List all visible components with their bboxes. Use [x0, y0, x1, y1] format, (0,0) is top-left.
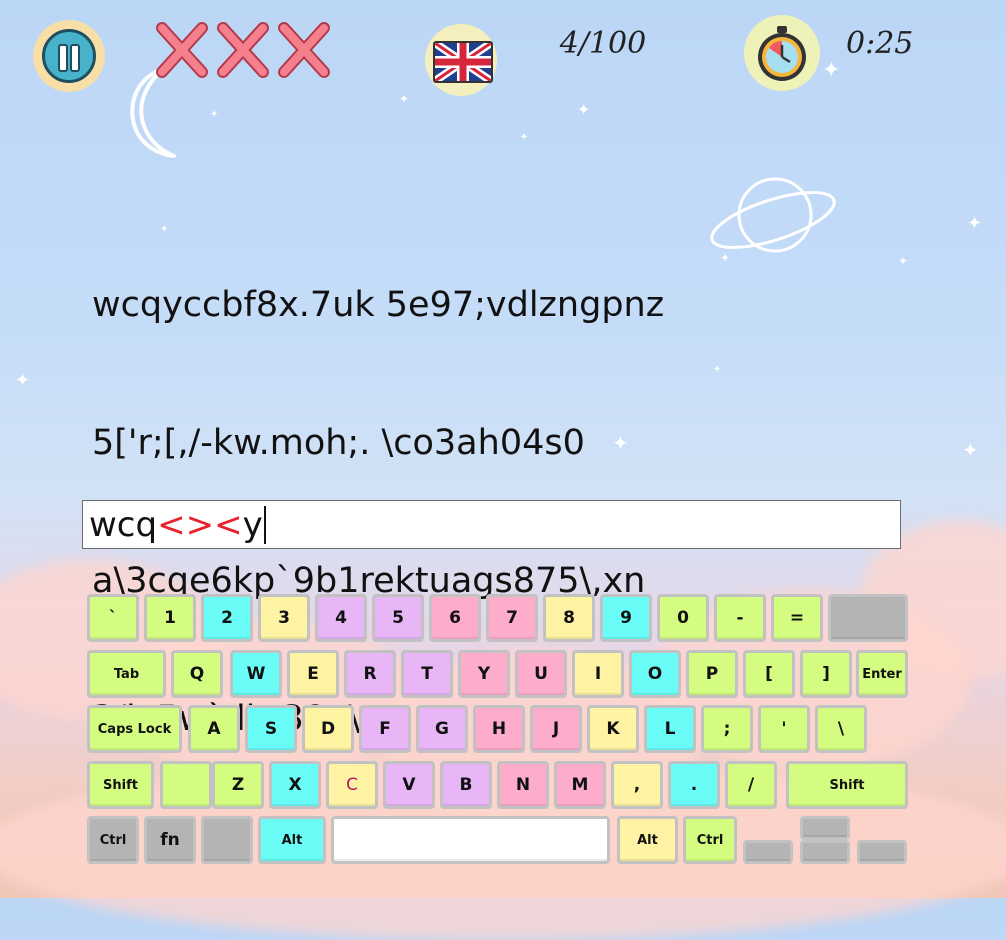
pause-button[interactable] [33, 20, 105, 92]
typed-correct-text: wcq [89, 504, 158, 545]
key-z[interactable]: Z [212, 761, 264, 809]
key-u39[interactable]: ' [758, 705, 810, 753]
key-3[interactable]: 3 [258, 594, 310, 642]
key-blank-4-4[interactable] [331, 816, 610, 864]
key-b[interactable]: B [440, 761, 492, 809]
key--[interactable]: - [714, 594, 766, 642]
key-r[interactable]: R [344, 650, 396, 698]
key-d[interactable]: D [302, 705, 354, 753]
key-m[interactable]: M [554, 761, 606, 809]
key-blank-4-9[interactable] [800, 840, 850, 864]
key-u59[interactable]: ; [701, 705, 753, 753]
cross-icon [217, 22, 269, 78]
key-p[interactable]: P [686, 650, 738, 698]
pause-icon [42, 29, 96, 83]
key-u61[interactable]: = [771, 594, 823, 642]
key-w[interactable]: W [230, 650, 282, 698]
key-blank-0-13[interactable] [828, 594, 908, 642]
key-ctrl[interactable]: Ctrl [683, 816, 737, 864]
key-enter[interactable]: Enter [856, 650, 908, 698]
key-x[interactable]: X [269, 761, 321, 809]
key-y[interactable]: Y [458, 650, 510, 698]
target-text-line: 5['r;[,/-kw.moh;. \co3ah04s0 [92, 423, 585, 463]
key-blank-4-7[interactable] [743, 840, 793, 864]
key-v[interactable]: V [383, 761, 435, 809]
key-shift[interactable]: Shift [87, 761, 154, 809]
key-q[interactable]: Q [171, 650, 223, 698]
key-f[interactable]: F [359, 705, 411, 753]
key-k[interactable]: K [587, 705, 639, 753]
key-0[interactable]: 0 [657, 594, 709, 642]
key-alt[interactable]: Alt [617, 816, 678, 864]
key-o[interactable]: O [629, 650, 681, 698]
key-a[interactable]: A [188, 705, 240, 753]
progress-counter: 4/100 [559, 26, 647, 61]
key-blank-4-10[interactable] [857, 840, 907, 864]
key-s[interactable]: S [245, 705, 297, 753]
key-h[interactable]: H [473, 705, 525, 753]
language-button[interactable] [425, 24, 497, 96]
typed-rest-text: y [242, 504, 263, 545]
key-caps-lock[interactable]: Caps Lock [87, 705, 182, 753]
key-2[interactable]: 2 [201, 594, 253, 642]
key-blank-4-2[interactable] [201, 816, 253, 864]
key-e[interactable]: E [287, 650, 339, 698]
key-7[interactable]: 7 [486, 594, 538, 642]
cross-icon [156, 22, 208, 78]
typed-wrong-text: <>< [157, 504, 243, 545]
cross-icon [278, 22, 330, 78]
timer-display: 0:25 [846, 26, 914, 61]
key-u46[interactable]: . [668, 761, 720, 809]
key-u[interactable]: U [515, 650, 567, 698]
key-u96[interactable]: ` [87, 594, 139, 642]
key-6[interactable]: 6 [429, 594, 481, 642]
key-u91[interactable]: [ [743, 650, 795, 698]
key-u44[interactable]: , [611, 761, 663, 809]
key-alt[interactable]: Alt [258, 816, 326, 864]
text-caret [263, 505, 266, 544]
key-t[interactable]: T [401, 650, 453, 698]
key-tab[interactable]: Tab [87, 650, 166, 698]
key-1[interactable]: 1 [144, 594, 196, 642]
timer-badge [744, 15, 820, 91]
key-j[interactable]: J [530, 705, 582, 753]
key-ctrl[interactable]: Ctrl [87, 816, 139, 864]
key-9[interactable]: 9 [600, 594, 652, 642]
key-5[interactable]: 5 [372, 594, 424, 642]
key-8[interactable]: 8 [543, 594, 595, 642]
key-c[interactable]: C [326, 761, 378, 809]
target-text-line: wcqyccbf8x.7uk 5e97;vdlzngpnz [92, 285, 665, 325]
key-4[interactable]: 4 [315, 594, 367, 642]
key-fn[interactable]: fn [144, 816, 196, 864]
uk-flag-icon [433, 41, 493, 83]
key-i[interactable]: I [572, 650, 624, 698]
key-l[interactable]: L [644, 705, 696, 753]
key-blank-3-1[interactable] [160, 761, 212, 809]
key-u47[interactable]: / [725, 761, 777, 809]
key-blank-4-8[interactable] [800, 816, 850, 840]
key-shift[interactable]: Shift [786, 761, 908, 809]
key-u92[interactable]: \ [815, 705, 867, 753]
typing-input[interactable]: wcq <>< y [82, 500, 901, 549]
key-n[interactable]: N [497, 761, 549, 809]
key-g[interactable]: G [416, 705, 468, 753]
target-text: wcqyccbf8x.7uk 5e97;vdlzngpnz 5['r;[,/-k… [92, 190, 712, 788]
key-u93[interactable]: ] [800, 650, 852, 698]
stopwatch-icon [758, 26, 806, 81]
